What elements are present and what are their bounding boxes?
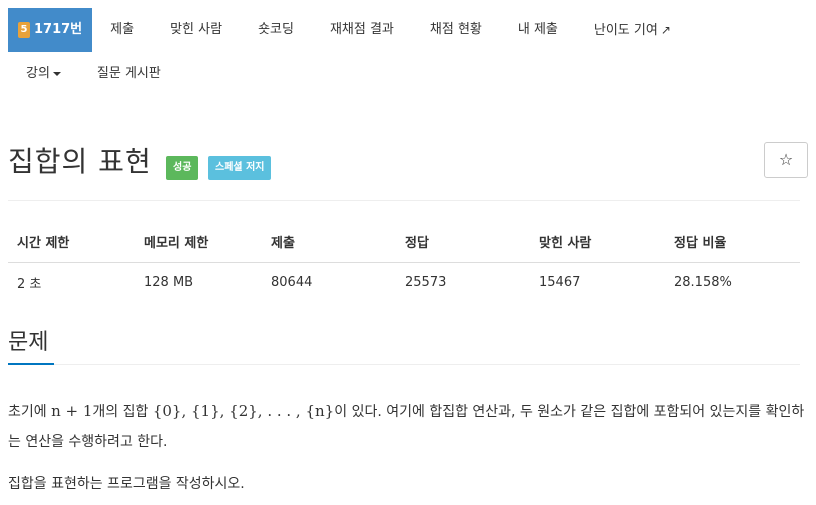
problem-description: 초기에 n + 1개의 집합 {0}, {1}, {2}, . . . , {n… <box>8 396 808 505</box>
header-solvers: 맞힌 사람 <box>530 222 665 263</box>
page-title: 집합의 표현 <box>8 145 152 178</box>
problem-header: 집합의 표현 성공 스페셜 저지 ☆ <box>8 140 808 182</box>
nav-difficulty-contribution[interactable]: 난이도 기여 ↗ <box>576 8 689 52</box>
header-submissions: 제출 <box>262 222 396 263</box>
math-expression: n + 1 <box>51 402 93 420</box>
divider <box>8 200 800 201</box>
problem-nav: 5 1717번 제출 맞힌 사람 숏코딩 재채점 결과 채점 현황 내 제출 난… <box>8 8 808 96</box>
nav-rejudge-results[interactable]: 재채점 결과 <box>312 8 412 52</box>
text-segment: 개의 집합 <box>92 404 153 420</box>
nav-judge-status[interactable]: 채점 현황 <box>412 8 500 52</box>
star-icon: ☆ <box>778 150 794 169</box>
header-accept-ratio: 정답 비율 <box>665 222 800 263</box>
nav-row-primary: 5 1717번 제출 맞힌 사람 숏코딩 재채점 결과 채점 현황 내 제출 난… <box>8 8 808 52</box>
status-badge-special-judge: 스페셜 저지 <box>208 156 272 180</box>
value-submissions: 80644 <box>271 274 313 290</box>
problem-info-table: 시간 제한 메모리 제한 제출 정답 맞힌 사람 정답 비율 2 초 128 M… <box>8 222 800 302</box>
problem-number-label: 1717번 <box>34 22 83 37</box>
text-segment: 초기에 <box>8 404 52 420</box>
star-button[interactable]: ☆ <box>764 142 808 178</box>
header-memory-limit: 메모리 제한 <box>135 222 262 263</box>
nav-question-board[interactable]: 질문 게시판 <box>79 52 179 96</box>
math-expression: {0}, {1}, {2}, . . . , {n} <box>152 402 335 420</box>
header-accepted: 정답 <box>396 222 530 263</box>
header-time-limit: 시간 제한 <box>8 222 135 263</box>
value-accept-ratio: 28.158% <box>674 274 732 290</box>
external-link-icon: ↗ <box>660 23 671 37</box>
section-divider <box>8 363 800 365</box>
nav-my-submissions[interactable]: 내 제출 <box>500 8 576 52</box>
section-title-problem: 문제 <box>8 330 49 355</box>
table-row: 2 초 128 MB 80644 25573 15467 28.158% <box>8 262 800 302</box>
nav-short-coding[interactable]: 숏코딩 <box>240 8 312 52</box>
nav-solvers[interactable]: 맞힌 사람 <box>152 8 240 52</box>
html5-badge-icon: 5 <box>18 22 30 38</box>
problem-paragraph-2: 집합을 표현하는 프로그램을 작성하시오. <box>8 476 245 492</box>
nav-lectures-label: 강의 <box>26 66 50 81</box>
caret-down-icon <box>52 71 61 76</box>
nav-problem-number[interactable]: 5 1717번 <box>8 8 93 52</box>
nav-lectures-dropdown[interactable]: 강의 <box>8 52 79 96</box>
section-accent-line <box>8 363 54 365</box>
value-time-limit: 2 초 <box>17 276 42 292</box>
nav-row-secondary: 강의 질문 게시판 <box>8 52 808 96</box>
nav-difficulty-label: 난이도 기여 <box>593 23 658 38</box>
problem-paragraph-1: 초기에 n + 1개의 집합 {0}, {1}, {2}, . . . , {n… <box>8 396 808 457</box>
value-solvers: 15467 <box>539 274 581 290</box>
table-header-row: 시간 제한 메모리 제한 제출 정답 맞힌 사람 정답 비율 <box>8 222 800 263</box>
value-accepted: 25573 <box>405 274 447 290</box>
value-memory-limit: 128 MB <box>144 274 194 290</box>
status-badge-success: 성공 <box>166 156 199 180</box>
nav-submit[interactable]: 제출 <box>92 8 152 52</box>
